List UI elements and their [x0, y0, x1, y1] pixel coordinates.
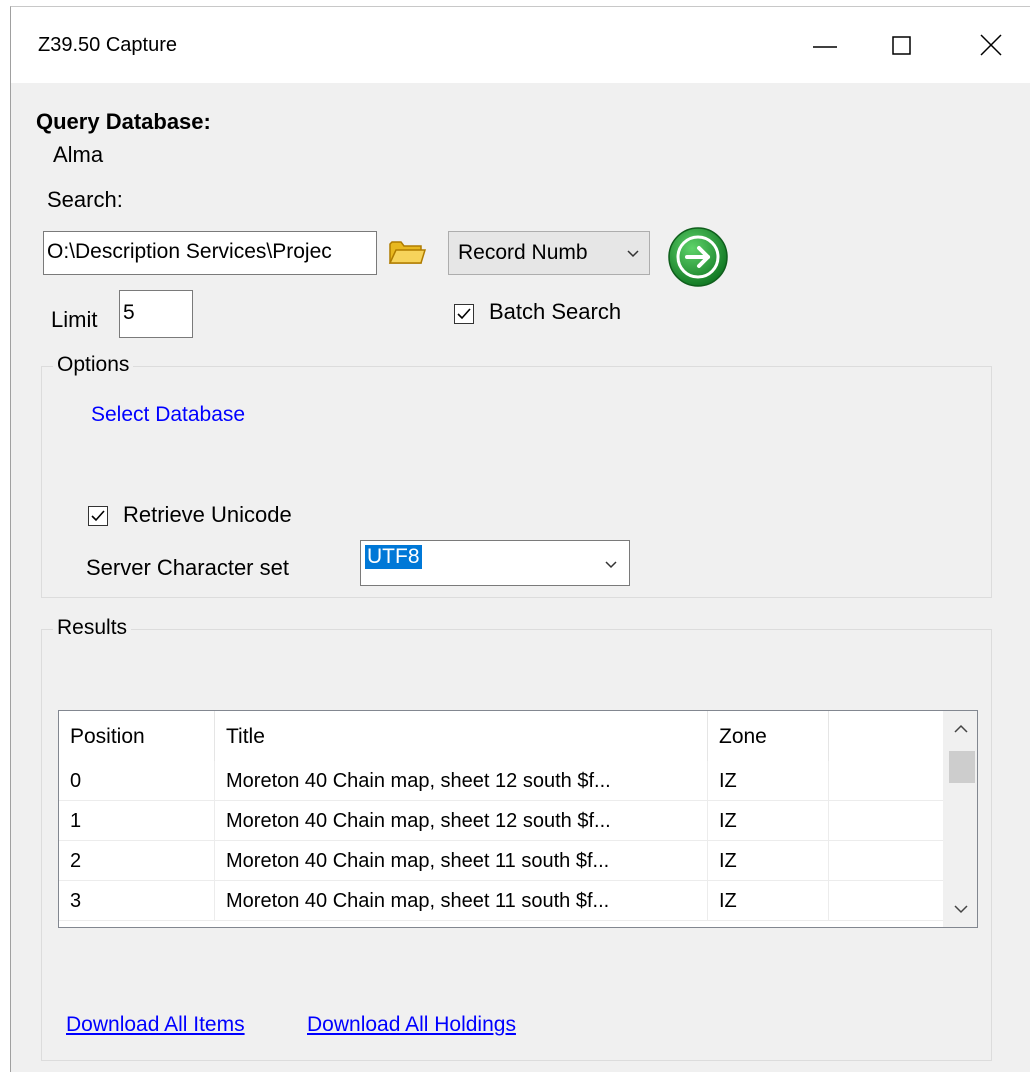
search-path-input[interactable]: O:\Description Services\Projec — [43, 231, 377, 275]
query-database-label: Query Database: — [36, 109, 211, 134]
cell-position: 1 — [59, 801, 215, 841]
cell-zone: IZ — [708, 881, 829, 921]
folder-button[interactable] — [387, 235, 427, 269]
cell-zone: IZ — [708, 801, 829, 841]
table-row[interactable]: 3 Moreton 40 Chain map, sheet 11 south $… — [59, 881, 944, 921]
retrieve-unicode-label: Retrieve Unicode — [123, 502, 292, 527]
limit-label: Limit — [51, 307, 98, 332]
cell-position: 0 — [59, 761, 215, 801]
cell-empty — [829, 761, 944, 801]
z3950-capture-window: Z39.50 Capture Query Database: Alma Sear… — [10, 6, 1030, 1072]
batch-search-label: Batch Search — [489, 299, 622, 324]
download-all-holdings-link[interactable]: Download All Holdings — [307, 1013, 516, 1037]
cell-title: Moreton 40 Chain map, sheet 11 south $f.… — [215, 841, 708, 881]
search-label: Search: — [47, 187, 123, 212]
retrieve-unicode-checkbox[interactable] — [88, 506, 108, 526]
checkmark-icon — [91, 510, 105, 522]
table-row[interactable]: 2 Moreton 40 Chain map, sheet 11 south $… — [59, 841, 944, 881]
column-header-zone[interactable]: Zone — [708, 711, 829, 761]
cell-empty — [829, 881, 944, 921]
server-character-set-label: Server Character set — [86, 555, 289, 580]
maximize-button[interactable] — [877, 21, 927, 71]
maximize-icon — [892, 36, 911, 55]
column-header-position[interactable]: Position — [59, 711, 215, 761]
table-row[interactable]: 0 Moreton 40 Chain map, sheet 12 south $… — [59, 761, 944, 801]
cell-position: 3 — [59, 881, 215, 921]
select-database-link[interactable]: Select Database — [91, 403, 245, 427]
checkmark-icon — [457, 308, 471, 320]
go-arrow-icon — [668, 227, 728, 287]
results-header: Position Title Zone — [59, 711, 829, 761]
cell-zone: IZ — [708, 841, 829, 881]
query-database-value: Alma — [53, 142, 104, 167]
cell-title: Moreton 40 Chain map, sheet 12 south $f.… — [215, 801, 708, 841]
close-button[interactable] — [967, 21, 1017, 71]
chevron-down-icon — [605, 561, 617, 569]
folder-icon — [388, 241, 427, 264]
results-group-title: Results — [53, 616, 132, 640]
table-row[interactable]: 1 Moreton 40 Chain map, sheet 12 south $… — [59, 801, 944, 841]
scrollbar-thumb[interactable] — [949, 751, 975, 783]
cell-zone: IZ — [708, 761, 829, 801]
server-character-set-select[interactable]: UTF8 — [360, 540, 630, 586]
window-title: Z39.50 Capture — [38, 34, 177, 56]
scroll-down-arrow-icon[interactable] — [953, 903, 969, 915]
download-all-items-link[interactable]: Download All Items — [66, 1013, 245, 1037]
results-scrollbar[interactable] — [943, 711, 977, 927]
close-icon — [980, 34, 1002, 56]
options-group-title: Options — [53, 353, 134, 377]
column-header-title[interactable]: Title — [215, 711, 708, 761]
cell-empty — [829, 841, 944, 881]
batch-search-checkbox[interactable] — [454, 304, 474, 324]
search-field-select[interactable]: Record Numb — [448, 231, 650, 275]
go-button[interactable] — [667, 226, 729, 288]
cell-title: Moreton 40 Chain map, sheet 12 south $f.… — [215, 761, 708, 801]
search-field-selected: Record Numb — [458, 241, 588, 264]
minimize-button[interactable] — [800, 21, 850, 71]
cell-position: 2 — [59, 841, 215, 881]
chevron-down-icon — [627, 250, 639, 258]
title-bar: Z39.50 Capture — [11, 7, 1030, 83]
limit-input[interactable]: 5 — [119, 290, 193, 338]
charset-selected-value: UTF8 — [365, 545, 422, 569]
cell-title: Moreton 40 Chain map, sheet 11 south $f.… — [215, 881, 708, 921]
cell-empty — [829, 801, 944, 841]
results-list[interactable]: Position Title Zone 0 Moreton 40 Chain m… — [58, 710, 978, 928]
minimize-icon — [813, 46, 837, 48]
scroll-up-arrow-icon[interactable] — [953, 723, 969, 735]
